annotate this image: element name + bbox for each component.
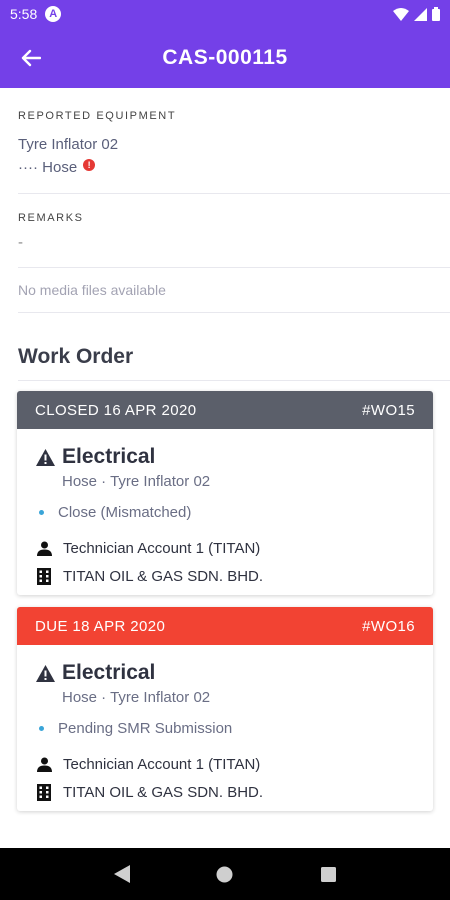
battery-icon <box>432 7 440 21</box>
circle-home-icon <box>216 866 233 882</box>
nav-back-button[interactable] <box>102 854 142 894</box>
technician-row: Technician Account 1 (TITAN) <box>35 539 415 557</box>
work-order-due-status: DUE 18 APR 2020 <box>35 617 166 635</box>
square-recents-icon <box>320 866 336 882</box>
work-order-equipment: Hose · Tyre Inflator 02 <box>62 689 211 706</box>
nav-recents-button[interactable] <box>308 854 348 894</box>
card-spacer <box>0 595 450 607</box>
work-order-number: #WO16 <box>362 617 415 635</box>
person-icon <box>35 755 53 773</box>
work-order-title: Electrical <box>62 661 156 684</box>
arrow-left-icon <box>21 49 41 67</box>
warning-triangle-icon <box>36 664 55 682</box>
person-icon <box>35 539 53 557</box>
company-row: TITAN OIL & GAS SDN. BHD. <box>35 783 415 801</box>
work-order-meta: Technician Account 1 (TITAN) TITAN OIL &… <box>35 755 415 801</box>
equipment-name: Tyre Inflator 02 <box>18 136 119 153</box>
work-order-equipment: Hose · Tyre Inflator 02 <box>62 473 211 490</box>
signal-icon <box>414 7 427 21</box>
app-bar: CAS-000115 <box>0 28 450 88</box>
work-order-card-body: Electrical Hose · Tyre Inflator 02 Close… <box>17 429 433 595</box>
alert-icon: ! <box>83 158 96 171</box>
warning-triangle-icon <box>36 448 55 466</box>
system-nav-bar <box>0 848 450 900</box>
work-order-meta: Technician Account 1 (TITAN) TITAN OIL &… <box>35 539 415 585</box>
case-detail-content[interactable]: REPORTED EQUIPMENT Tyre Inflator 02 ····… <box>0 88 450 848</box>
work-order-status: Close (Mismatched) <box>35 504 415 521</box>
work-order-status-text: Close (Mismatched) <box>58 504 192 521</box>
remarks-value: - <box>18 234 23 251</box>
work-order-card-body: Electrical Hose · Tyre Inflator 02 Pendi… <box>17 645 433 811</box>
work-order-header: Work Order <box>0 313 450 399</box>
back-button[interactable] <box>0 28 62 88</box>
technician-name: Technician Account 1 (TITAN) <box>63 755 261 773</box>
work-order-due-status: CLOSED 16 APR 2020 <box>35 401 197 419</box>
work-order-card-header: DUE 18 APR 2020 #WO16 <box>17 607 433 645</box>
building-icon <box>35 567 53 585</box>
remarks-label: REMARKS <box>18 212 84 224</box>
building-icon <box>35 783 53 801</box>
work-order-card[interactable]: CLOSED 16 APR 2020 #WO15 Electrical Hose… <box>17 391 433 595</box>
work-order-card[interactable]: DUE 18 APR 2020 #WO16 Electrical Hose · … <box>17 607 433 811</box>
status-time: 5:58 <box>10 6 38 22</box>
reported-equipment-label: REPORTED EQUIPMENT <box>18 110 177 122</box>
status-icons <box>393 7 440 21</box>
status-bar: 5:58 A <box>0 0 450 28</box>
work-order-number: #WO15 <box>362 401 415 419</box>
work-order-title-row: Electrical <box>35 445 415 469</box>
company-row: TITAN OIL & GAS SDN. BHD. <box>35 567 415 585</box>
remarks-section: REMARKS - <box>0 194 450 251</box>
nav-home-button[interactable] <box>205 854 245 894</box>
status-bullet-icon <box>39 510 44 515</box>
work-order-status-text: Pending SMR Submission <box>58 720 233 737</box>
work-order-title: Electrical <box>62 445 156 468</box>
work-order-heading: Work Order <box>18 345 134 368</box>
work-order-card-header: CLOSED 16 APR 2020 #WO15 <box>17 391 433 429</box>
equipment-component: ···· Hose ! <box>18 158 432 176</box>
status-bullet-icon <box>39 726 44 731</box>
media-section: No media files available <box>0 268 450 312</box>
technician-row: Technician Account 1 (TITAN) <box>35 755 415 773</box>
reported-equipment-section: REPORTED EQUIPMENT Tyre Inflator 02 ····… <box>0 88 450 176</box>
work-order-status: Pending SMR Submission <box>35 720 415 737</box>
work-order-title-row: Electrical <box>35 661 415 685</box>
triangle-back-icon <box>113 865 130 883</box>
technician-name: Technician Account 1 (TITAN) <box>63 539 261 557</box>
company-name: TITAN OIL & GAS SDN. BHD. <box>63 567 264 585</box>
app-notification-icon: A <box>45 6 62 22</box>
company-name: TITAN OIL & GAS SDN. BHD. <box>63 783 264 801</box>
divider <box>18 380 450 381</box>
no-media-text: No media files available <box>18 282 166 298</box>
component-name: ···· Hose <box>18 159 78 176</box>
wifi-icon <box>393 7 409 21</box>
page-title: CAS-000115 <box>162 46 288 69</box>
